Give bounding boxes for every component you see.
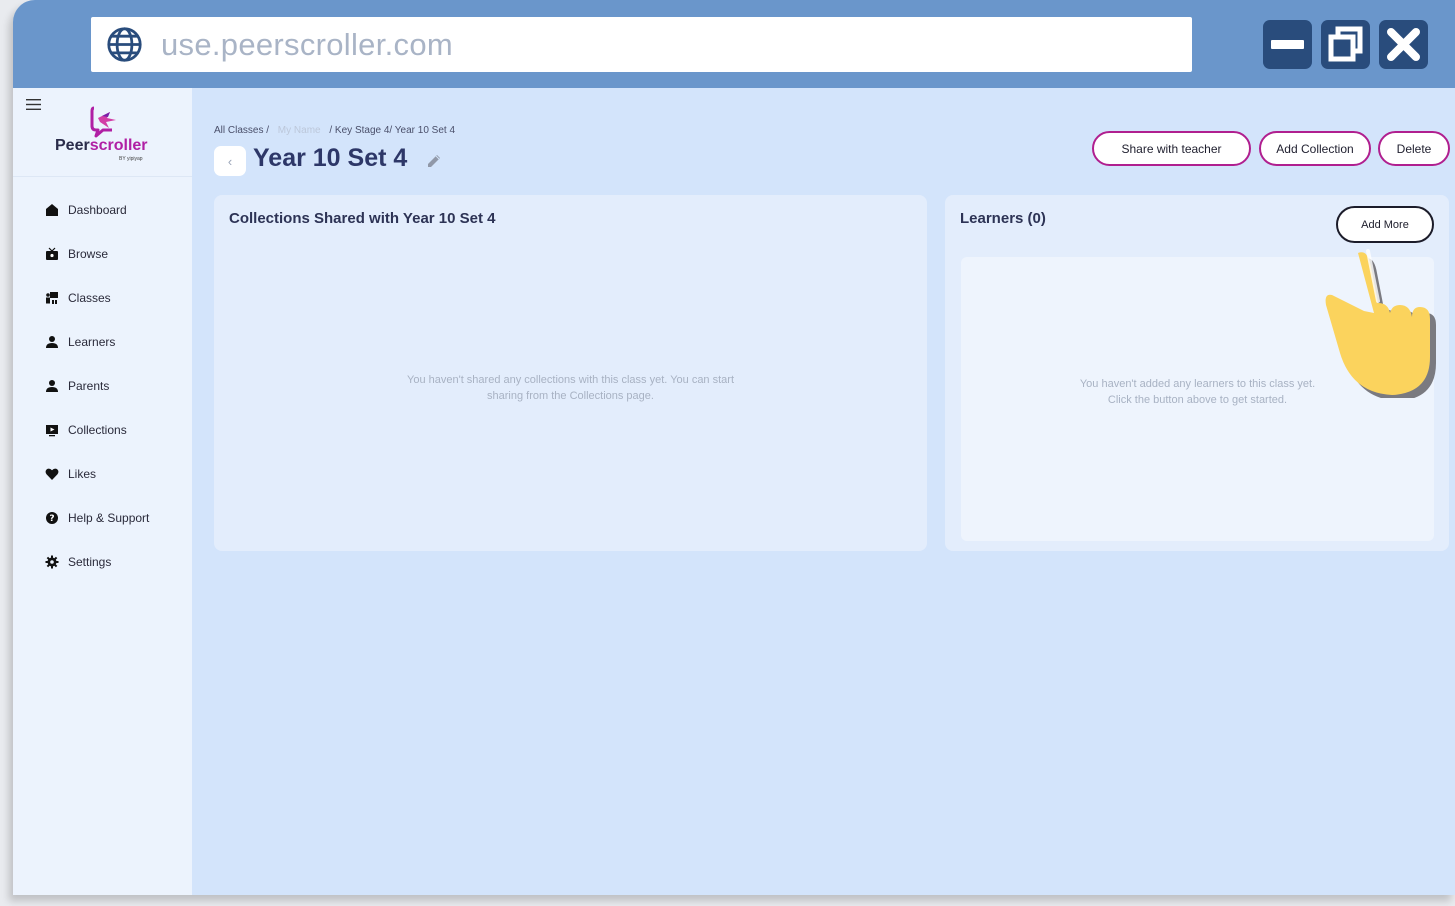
person-icon — [45, 335, 59, 349]
hamburger-menu-icon[interactable] — [26, 99, 41, 110]
sidebar-item-label: Learners — [68, 335, 116, 349]
empty-text-line: sharing from the Collections page. — [487, 390, 654, 402]
breadcrumb-all-classes[interactable]: All Classes / — [214, 125, 269, 136]
browser-toolbar: use.peerscroller.com — [13, 0, 1455, 88]
sidebar-item-dashboard[interactable]: Dashboard — [45, 200, 127, 220]
sidebar-item-settings[interactable]: Settings — [45, 552, 111, 572]
sidebar-item-label: Help & Support — [68, 511, 150, 525]
browser-window: use.peerscroller.com Peerscroller BY yip… — [13, 0, 1455, 895]
person-icon — [45, 379, 59, 393]
sidebar-item-label: Dashboard — [68, 203, 127, 217]
logo[interactable]: Peerscroller BY yipiyap — [55, 104, 157, 164]
back-button[interactable]: ‹ — [214, 146, 246, 176]
sidebar-item-label: Parents — [68, 379, 110, 393]
sidebar-item-label: Likes — [68, 467, 97, 481]
sidebar-item-browse[interactable]: Browse — [45, 244, 108, 264]
collections-card: Collections Shared with Year 10 Set 4 Yo… — [214, 195, 927, 551]
close-button[interactable] — [1379, 20, 1428, 69]
restore-icon — [1328, 26, 1363, 62]
url-text[interactable]: use.peerscroller.com — [161, 27, 453, 63]
minimize-button[interactable] — [1263, 20, 1312, 69]
sidebar-item-label: Browse — [68, 247, 109, 261]
sidebar-item-help-support[interactable]: ? Help & Support — [45, 508, 149, 528]
edit-pencil-icon[interactable] — [425, 152, 443, 170]
peerscroller-logo-icon — [90, 106, 116, 138]
sidebar-item-learners[interactable]: Learners — [45, 332, 115, 352]
logo-byline: BY yipiyap — [119, 156, 143, 162]
learners-card-title: Learners (0) — [960, 210, 1046, 227]
sidebar-item-label: Collections — [68, 423, 127, 437]
sidebar-item-label: Settings — [68, 555, 112, 569]
question-icon: ? — [45, 511, 59, 525]
monitor-play-icon — [45, 423, 59, 437]
delete-button[interactable]: Delete — [1378, 131, 1450, 166]
sidebar: Peerscroller BY yipiyap Dashboard Browse… — [13, 88, 192, 895]
gear-icon — [45, 555, 59, 569]
collections-empty-state: You haven't shared any collections with … — [214, 372, 927, 404]
main-content: All Classes / My Name / Key Stage 4/ Yea… — [192, 88, 1455, 895]
sidebar-item-label: Classes — [68, 291, 111, 305]
breadcrumb-path: / Key Stage 4/ Year 10 Set 4 — [329, 125, 456, 136]
tv-icon — [45, 247, 59, 261]
globe-icon — [107, 27, 142, 62]
page-title: Year 10 Set 4 — [253, 144, 408, 172]
collections-card-title: Collections Shared with Year 10 Set 4 — [229, 210, 496, 227]
close-icon — [1387, 28, 1420, 61]
heart-icon — [45, 467, 59, 481]
empty-text-line: You haven't shared any collections with … — [407, 374, 734, 386]
minimize-icon — [1271, 40, 1304, 49]
home-icon — [45, 203, 59, 217]
add-collection-button[interactable]: Add Collection — [1259, 131, 1371, 166]
sidebar-divider — [13, 176, 192, 177]
screen-frame: use.peerscroller.com Peerscroller BY yip… — [0, 0, 1455, 906]
svg-text:?: ? — [49, 514, 54, 524]
maximize-button[interactable] — [1321, 20, 1370, 69]
sidebar-item-collections[interactable]: Collections — [45, 420, 127, 440]
classroom-icon — [45, 291, 59, 305]
breadcrumb-my-name[interactable]: My Name — [278, 125, 321, 136]
sidebar-item-likes[interactable]: Likes — [45, 464, 96, 484]
sidebar-item-classes[interactable]: Classes — [45, 288, 111, 308]
share-with-teacher-button[interactable]: Share with teacher — [1092, 131, 1251, 166]
address-bar[interactable]: use.peerscroller.com — [91, 17, 1192, 72]
sidebar-item-parents[interactable]: Parents — [45, 376, 109, 396]
chevron-left-icon: ‹ — [227, 153, 233, 169]
pointing-hand-cursor-icon — [1325, 249, 1436, 398]
breadcrumb: All Classes / My Name / Key Stage 4/ Yea… — [214, 125, 455, 136]
logo-wordmark: Peerscroller — [55, 137, 148, 154]
